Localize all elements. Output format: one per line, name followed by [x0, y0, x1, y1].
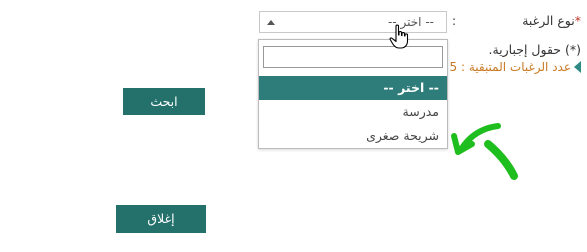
remaining-desires-text: عدد الرغبات المتبقية : 5 — [449, 60, 572, 74]
dropdown-option-choose[interactable]: -- اختر -- — [259, 76, 447, 100]
annotation-arrow-icon — [451, 123, 518, 180]
sort-caret-icon — [267, 20, 275, 25]
label-colon: : — [452, 14, 457, 28]
search-button[interactable]: ابحث — [123, 88, 205, 115]
desire-type-label-text: نوع الرغبة — [522, 13, 575, 28]
desire-type-select[interactable]: -- اختر -- — [259, 11, 447, 33]
close-button[interactable]: إغلاق — [116, 205, 206, 233]
dropdown-option-school[interactable]: مدرسة — [259, 100, 447, 124]
mandatory-fields-note: (*) حقول إجبارية. — [488, 42, 581, 57]
desire-type-dropdown: -- اختر -- مدرسة شريحة صغرى — [258, 39, 448, 149]
dropdown-search-input[interactable] — [263, 46, 443, 68]
dropdown-option-small-segment[interactable]: شريحة صغرى — [259, 124, 447, 148]
desire-type-label: *نوع الرغبة — [522, 13, 581, 28]
remaining-desires: عدد الرغبات المتبقية : 5 — [449, 60, 581, 74]
mouse-pointer-icon — [389, 24, 409, 49]
required-marker: * — [574, 13, 581, 28]
triangle-bullet-icon — [574, 61, 581, 73]
